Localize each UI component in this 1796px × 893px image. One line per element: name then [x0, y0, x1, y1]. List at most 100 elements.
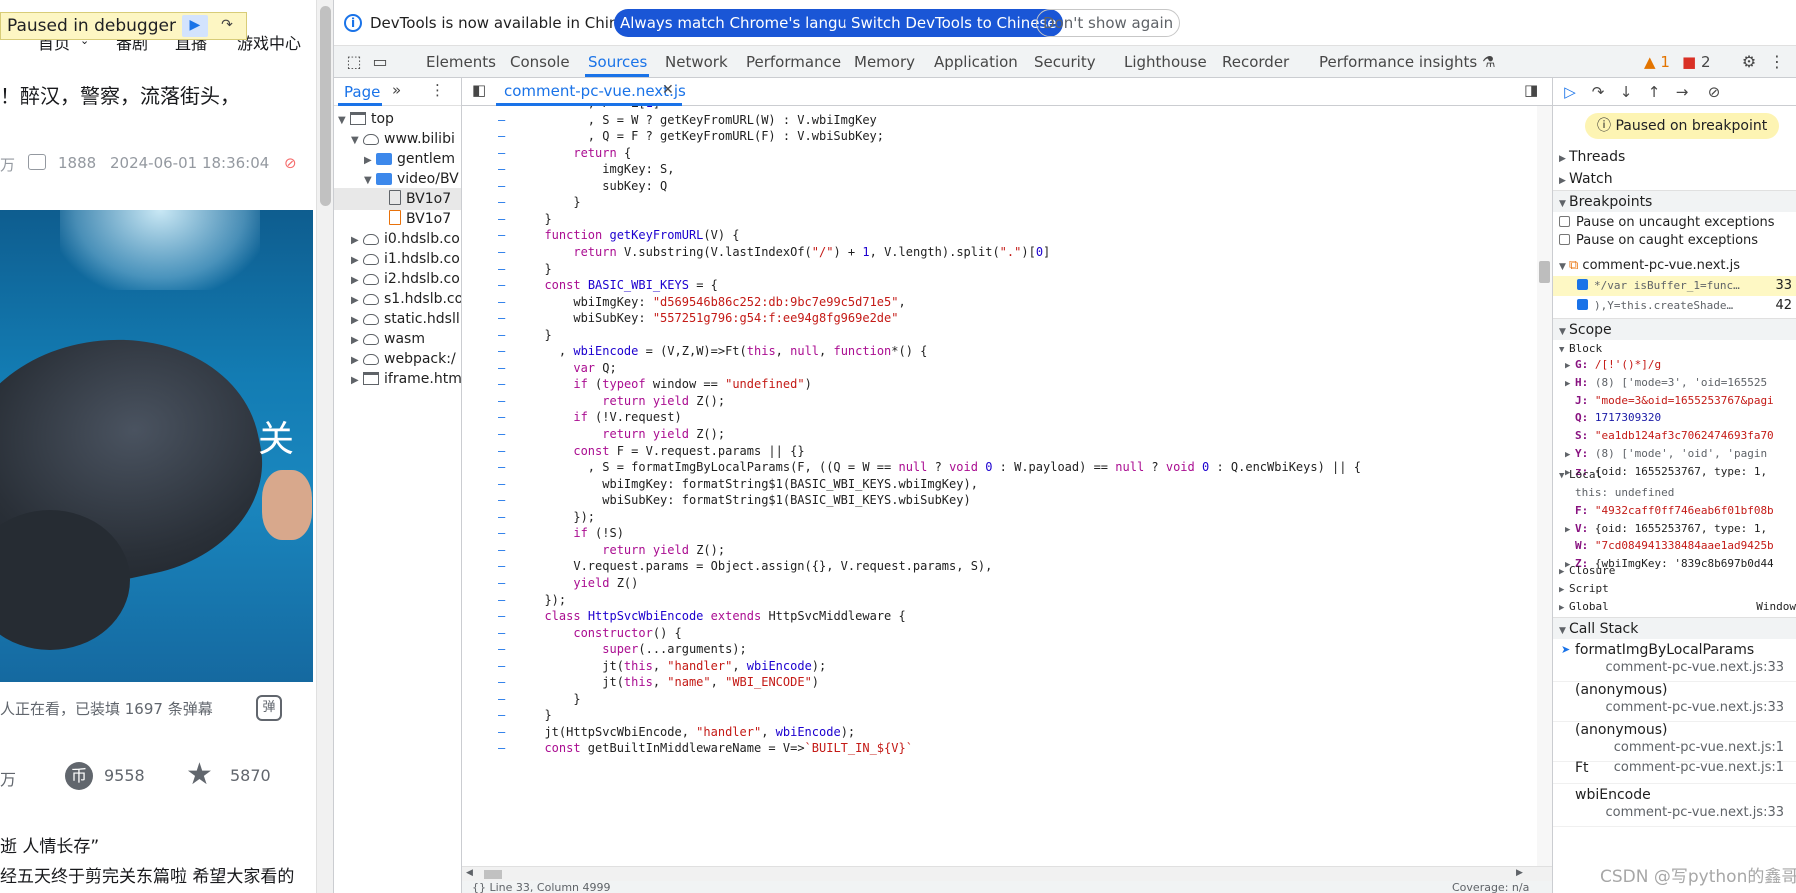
- coin-icon[interactable]: 币: [65, 762, 93, 790]
- call-frame[interactable]: (anonymous) comment-pc-vue.next.js:1: [1553, 720, 1796, 762]
- tree-item[interactable]: ▶ wasm: [334, 328, 461, 350]
- code-view[interactable]: – , F = Z[1]– , S = W ? getKeyFromURL(W)…: [462, 106, 1537, 866]
- dont-show-again-button[interactable]: Don't show again: [1036, 9, 1181, 37]
- checkbox[interactable]: [1577, 299, 1588, 310]
- tab-memory[interactable]: Memory: [854, 53, 915, 71]
- scope-variable[interactable]: ▶ H: (8) ['mode=3', 'oid=165525: [1553, 374, 1796, 392]
- tree-item[interactable]: BV1o7: [334, 188, 461, 210]
- warning-counter[interactable]: ▲ 1: [1644, 53, 1670, 71]
- call-frame[interactable]: ➤ formatImgByLocalParams comment-pc-vue.ne…: [1553, 640, 1796, 682]
- error-counter[interactable]: ■ 2: [1682, 53, 1711, 71]
- scope-variable[interactable]: J: "mode=3&oid=1655253767&pagi: [1553, 392, 1796, 410]
- scope-closure[interactable]: ▶ Closure: [1553, 562, 1796, 580]
- deactivate-breakpoints-icon[interactable]: ⊘: [1703, 81, 1725, 103]
- expand-arrow-icon[interactable]: ▶: [1553, 446, 1575, 463]
- scope-variable[interactable]: S: "ea1db124af3c7062474693fa70: [1553, 427, 1796, 445]
- tab-recorder[interactable]: Recorder: [1222, 53, 1289, 71]
- scope-global[interactable]: ▶ Global Window: [1553, 598, 1796, 616]
- tab-sources[interactable]: Sources: [588, 53, 647, 71]
- always-match-language-button[interactable]: Always match Chrome's language: [614, 9, 881, 37]
- toggle-navigator-icon[interactable]: ◧: [472, 81, 486, 99]
- danmaku-toggle-button[interactable]: 弹: [256, 695, 282, 721]
- tab-lighthouse[interactable]: Lighthouse: [1124, 53, 1207, 71]
- tab-performance-insights[interactable]: Performance insights ⚗: [1319, 53, 1495, 71]
- editor-scroll-thumb[interactable]: [1539, 261, 1550, 283]
- checkbox[interactable]: [1559, 234, 1570, 245]
- breakpoints-section[interactable]: ▼ Breakpoints: [1553, 190, 1796, 212]
- checkbox[interactable]: [1577, 279, 1588, 290]
- watch-section[interactable]: ▶ Watch: [1553, 168, 1796, 190]
- threads-section[interactable]: ▶ Threads: [1553, 146, 1796, 168]
- expand-arrow-icon[interactable]: ▶: [1553, 375, 1575, 392]
- step-over-icon[interactable]: ↷: [213, 15, 240, 37]
- tree-item[interactable]: ▼ top: [334, 108, 461, 130]
- call-stack-section[interactable]: ▼ Call Stack: [1553, 617, 1796, 639]
- scope-section[interactable]: ▼ Scope: [1553, 318, 1796, 340]
- scope-variable[interactable]: ▶ Y: (8) ['mode', 'oid', 'pagin: [1553, 445, 1796, 463]
- tree-item[interactable]: ▼ video/BV: [334, 168, 461, 190]
- tab-performance[interactable]: Performance: [746, 53, 841, 71]
- editor-hscroll-thumb[interactable]: [484, 870, 502, 879]
- expand-arrow-icon[interactable]: ▶: [351, 370, 363, 392]
- switch-to-chinese-button[interactable]: Switch DevTools to Chinese: [845, 9, 1063, 37]
- scroll-left-icon[interactable]: ◀: [466, 868, 473, 878]
- navigator-menu-icon[interactable]: ⋮: [430, 81, 445, 99]
- step-over-icon[interactable]: ↷: [1587, 81, 1609, 103]
- tree-item[interactable]: ▶ webpack:/: [334, 348, 461, 370]
- expand-arrow-icon[interactable]: ▶: [1553, 521, 1575, 538]
- tree-item[interactable]: ▶ iframe.htm: [334, 368, 461, 392]
- page-scrollbar-thumb[interactable]: [320, 6, 331, 206]
- scope-variable[interactable]: W: "7cd084941338484aae1ad9425b: [1553, 537, 1796, 555]
- pause-caught-option[interactable]: Pause on caught exceptions: [1553, 230, 1796, 252]
- tree-item[interactable]: ▶ i0.hdslb.co: [334, 228, 461, 250]
- star-icon[interactable]: ★: [186, 760, 213, 790]
- resume-icon[interactable]: ▷: [1559, 81, 1581, 103]
- call-frame[interactable]: wbiEncode comment-pc-vue.next.js:33: [1553, 785, 1796, 827]
- scroll-right-icon[interactable]: ▶: [1516, 868, 1523, 878]
- device-toolbar-icon[interactable]: ▭: [370, 52, 390, 72]
- tree-item[interactable]: ▶ i1.hdslb.co: [334, 248, 461, 270]
- tree-item[interactable]: ▶ i2.hdslb.co: [334, 268, 461, 290]
- inspect-element-icon[interactable]: ⬚: [344, 52, 364, 72]
- tab-console[interactable]: Console: [510, 53, 570, 71]
- breakpoint-file[interactable]: ▼ ⧉ comment-pc-vue.next.js: [1553, 255, 1796, 277]
- expand-arrow-icon[interactable]: ▶: [1553, 357, 1575, 374]
- tree-item[interactable]: ▶ s1.hdslb.co: [334, 288, 461, 310]
- video-player[interactable]: 关: [0, 210, 313, 682]
- editor-vertical-scrollbar[interactable]: [1537, 106, 1552, 866]
- more-tabs-icon[interactable]: »: [392, 81, 401, 99]
- toggle-debugger-icon[interactable]: ◨: [1524, 81, 1538, 99]
- resume-icon[interactable]: ▶: [181, 15, 208, 37]
- breakpoint-item[interactable]: ),Y=this.createShade… 42: [1553, 296, 1796, 316]
- scope-variable[interactable]: Q: 1717309320: [1553, 409, 1796, 427]
- tab-elements[interactable]: Elements: [426, 53, 496, 71]
- settings-gear-icon[interactable]: ⚙: [1739, 52, 1759, 72]
- editor-horizontal-scrollbar[interactable]: ◀ ▶: [462, 866, 1552, 881]
- scope-variable[interactable]: F: "4932caff0ff746eab6f01bf08b: [1553, 502, 1796, 520]
- breakpoint-item[interactable]: */var isBuffer_1=func… 33: [1553, 276, 1796, 296]
- scope-local[interactable]: ▼ Local: [1553, 466, 1796, 484]
- close-tab-icon[interactable]: ✕: [662, 82, 674, 98]
- step-into-icon[interactable]: ↓: [1615, 81, 1637, 103]
- tab-page[interactable]: Page: [344, 83, 380, 101]
- call-frame[interactable]: Ft comment-pc-vue.next.js:1: [1553, 758, 1796, 784]
- call-frame[interactable]: (anonymous) comment-pc-vue.next.js:33: [1553, 680, 1796, 722]
- tab-network[interactable]: Network: [665, 53, 728, 71]
- more-menu-icon[interactable]: ⋮: [1767, 52, 1787, 72]
- page-scrollbar[interactable]: [316, 0, 333, 893]
- checkbox[interactable]: [1559, 216, 1570, 227]
- tab-application[interactable]: Application: [934, 53, 1018, 71]
- code-line[interactable]: – const getBuiltInMiddlewareName = V=>`B…: [462, 739, 1537, 758]
- scope-variable[interactable]: this: undefined: [1553, 484, 1796, 502]
- tree-item[interactable]: ▶ static.hdsll: [334, 308, 461, 330]
- scope-script[interactable]: ▶ Script: [1553, 580, 1796, 598]
- tree-item[interactable]: ▼ www.bilibi: [334, 128, 461, 150]
- tree-item[interactable]: ▶ gentlem: [334, 148, 461, 170]
- tree-item[interactable]: BV1o7: [334, 208, 461, 230]
- step-icon[interactable]: →: [1671, 81, 1693, 103]
- scope-variable[interactable]: ▶ V: {oid: 1655253767, type: 1,: [1553, 520, 1796, 538]
- step-out-icon[interactable]: ↑: [1643, 81, 1665, 103]
- editor-file-tab[interactable]: comment-pc-vue.next.js: [504, 82, 686, 100]
- scope-variable[interactable]: ▶ G: /[!'()*]/g: [1553, 356, 1796, 374]
- tab-security[interactable]: Security: [1034, 53, 1096, 71]
